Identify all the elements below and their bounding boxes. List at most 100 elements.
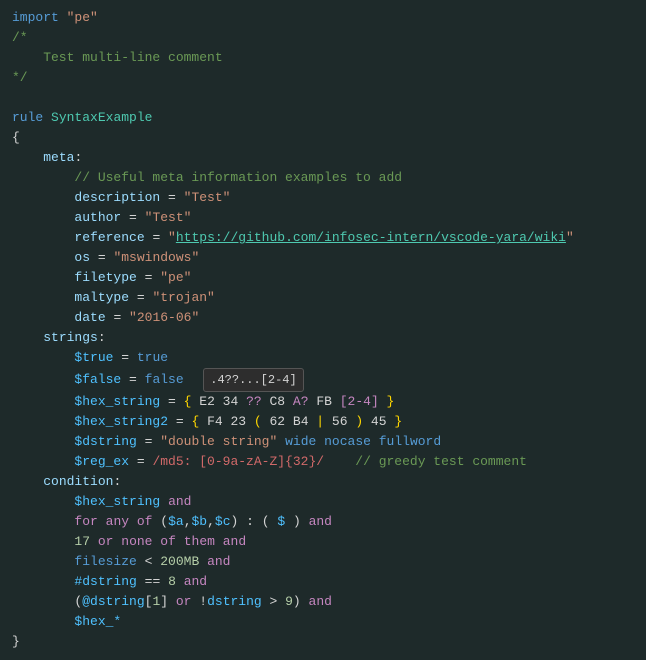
val-reference-quote2: " [566, 228, 574, 248]
line-regex: $reg_ex = /md5: [0-9a-zA-Z]{32}/ // gree… [0, 452, 646, 472]
line-author: author = "Test" [0, 208, 646, 228]
rule-name: SyntaxExample [51, 108, 152, 128]
hex-wildcard2: A? [293, 392, 309, 412]
mod-wide: wide [285, 432, 316, 452]
line-3: Test multi-line comment [0, 48, 646, 68]
val-os: "mswindows" [113, 248, 199, 268]
keyword-and-4: and [207, 552, 230, 572]
comment-body: Test multi-line comment [12, 48, 223, 68]
key-filetype: filetype [74, 268, 136, 288]
tooltip-hex-pattern: .4??...[2-4] [203, 368, 303, 392]
line-cond-hex-star: $hex_* [0, 612, 646, 632]
line-var-false: $false = false .4??...[2-4] [0, 368, 646, 392]
cond-var-hex: $hex_string [74, 492, 160, 512]
val-reference-quote1: " [168, 228, 176, 248]
val-filetype: "pe" [160, 268, 191, 288]
comment-open: /* [12, 28, 28, 48]
string-pe: "pe" [67, 8, 98, 28]
val-true: true [137, 348, 168, 368]
url-reference[interactable]: https://github.com/infosec-intern/vscode… [176, 228, 566, 248]
section-meta: meta [43, 148, 74, 168]
cond-at-dstring: @dstring [82, 592, 144, 612]
keyword-for: for [74, 512, 97, 532]
line-cond-dstring-count: #dstring == 8 and [0, 572, 646, 592]
val-maltype: "trojan" [152, 288, 214, 308]
hex-bracket-close: } [379, 392, 395, 412]
cond-var-c: $c [215, 512, 231, 532]
key-date: date [74, 308, 105, 328]
line-cond-filesize: filesize < 200MB and [0, 552, 646, 572]
line-var-true: $true = true [0, 348, 646, 368]
val-description: "Test" [184, 188, 231, 208]
cond-hash-dstring: #dstring [74, 572, 136, 592]
line-maltype: maltype = "trojan" [0, 288, 646, 308]
line-cond-hex: $hex_string and [0, 492, 646, 512]
keyword-and-1: and [168, 492, 191, 512]
line-rule-decl: rule SyntaxExample [0, 108, 646, 128]
comment-greedy: // greedy test comment [355, 452, 527, 472]
line-hex-string2: $hex_string2 = { F4 23 ( 62 B4 | 56 ) 45… [0, 412, 646, 432]
keyword-and-3: and [223, 532, 246, 552]
key-os: os [74, 248, 90, 268]
line-strings: strings : [0, 328, 646, 348]
key-reference: reference [74, 228, 144, 248]
hex-jump: [2-4] [340, 392, 379, 412]
line-reference: reference = "https://github.com/infosec-… [0, 228, 646, 248]
line-date: date = "2016-06" [0, 308, 646, 328]
line-cond-17: 17 or none of them and [0, 532, 646, 552]
line-blank [0, 88, 646, 108]
line-hex-string: $hex_string = { E2 34 ?? C8 A? FB [2-4] … [0, 392, 646, 412]
line-dstring: $dstring = "double string" wide nocase f… [0, 432, 646, 452]
section-strings: strings [43, 328, 98, 348]
keyword-rule: rule [12, 108, 43, 128]
keyword-any: any [106, 512, 129, 532]
val-date: "2016-06" [129, 308, 199, 328]
line-cond-for: for any of ( $a , $b , $c ) : ( $ ) and [0, 512, 646, 532]
line-1: import "pe" [0, 8, 646, 28]
var-regex: $reg_ex [74, 452, 129, 472]
keyword-and-6: and [309, 592, 332, 612]
num-17: 17 [74, 532, 90, 552]
keyword-of: of [137, 512, 153, 532]
mod-fullword: fullword [379, 432, 441, 452]
val-dstring: "double string" [160, 432, 277, 452]
line-os: os = "mswindows" [0, 248, 646, 268]
keyword-import: import [12, 8, 59, 28]
cond-var-a: $a [168, 512, 184, 532]
code-editor: import "pe" /* Test multi-line comment *… [0, 0, 646, 660]
hex-bracket-open: { [184, 392, 200, 412]
keyword-and-2: and [309, 512, 332, 532]
comment-meta: // Useful meta information examples to a… [12, 168, 402, 188]
cond-bang-dstring: dstring [207, 592, 262, 612]
hex-wildcard1: ?? [246, 392, 262, 412]
mod-nocase: nocase [324, 432, 371, 452]
cond-var-b: $b [192, 512, 208, 532]
keyword-or-2: or [176, 592, 192, 612]
hex2-bracket-open: { [191, 412, 207, 432]
close-brace: } [12, 632, 20, 652]
line-filetype: filetype = "pe" [0, 268, 646, 288]
cond-dollar: $ [277, 512, 285, 532]
keyword-filesize: filesize [74, 552, 136, 572]
var-false: $false [74, 370, 121, 390]
var-hex-string2: $hex_string2 [74, 412, 168, 432]
key-author: author [74, 208, 121, 228]
line-meta-comment: // Useful meta information examples to a… [0, 168, 646, 188]
keyword-them: them [184, 532, 215, 552]
key-description: description [74, 188, 160, 208]
hex2-bracket-close: } [394, 412, 402, 432]
val-false: false [145, 370, 184, 390]
line-cond-dstring-check: ( @dstring [ 1 ] or ! dstring > 9 ) and [0, 592, 646, 612]
line-open-brace: { [0, 128, 646, 148]
line-description: description = "Test" [0, 188, 646, 208]
idx-1: 1 [152, 592, 160, 612]
keyword-and-5: and [184, 572, 207, 592]
val-8: 8 [168, 572, 176, 592]
section-condition: condition [43, 472, 113, 492]
line-4: */ [0, 68, 646, 88]
line-condition: condition : [0, 472, 646, 492]
open-brace: { [12, 128, 20, 148]
keyword-or: or [98, 532, 114, 552]
line-2: /* [0, 28, 646, 48]
var-true: $true [74, 348, 113, 368]
